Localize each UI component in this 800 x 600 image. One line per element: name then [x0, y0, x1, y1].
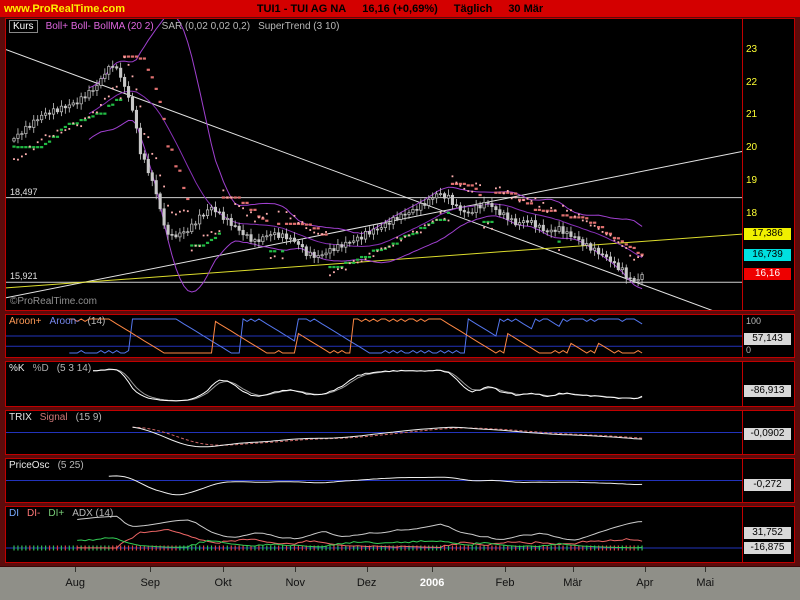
kurs-label[interactable]: Kurs	[9, 20, 38, 33]
time-axis[interactable]: Aug Sep Okt Nov Dez 2006 Feb Mär Apr Mai	[0, 566, 800, 600]
axis-label: 0	[746, 345, 751, 355]
month-label: Nov	[285, 577, 305, 589]
time-axis-tick	[573, 567, 574, 572]
indicator-label[interactable]: SuperTrend (3 10)	[258, 21, 339, 32]
adx-panel-labels: DI DI- DI+ ADX (14)	[9, 508, 113, 519]
indicator-label[interactable]: Signal	[40, 412, 68, 423]
brand-link[interactable]: www.ProRealTime.com	[4, 3, 125, 15]
aroon-panel-labels: Aroon+ Aroon- (14)	[9, 316, 105, 327]
indicator-label[interactable]: ADX (14)	[72, 508, 113, 519]
value-badge: -16,875	[744, 542, 791, 554]
price-axis-label: 23	[746, 44, 757, 55]
indicator-label[interactable]: Boll+ Boll- BollMA (20 2)	[46, 21, 154, 32]
month-label: Okt	[215, 577, 232, 589]
month-label: Aug	[65, 577, 85, 589]
time-axis-tick	[645, 567, 646, 572]
adx-axis[interactable]: 31,752 -16,875	[742, 507, 794, 562]
time-axis-tick	[705, 567, 706, 572]
price-panel-labels: Kurs Boll+ Boll- BollMA (20 2) SAR (0,02 …	[9, 20, 339, 33]
price-axis-label: 18	[746, 208, 757, 219]
month-label: Feb	[496, 577, 515, 589]
value-badge: 57,143	[744, 333, 791, 345]
price-axis[interactable]: 23 22 21 20 19 18 17,386 16,739 16,16	[742, 19, 794, 310]
price-badge: 17,386	[744, 228, 791, 240]
indicator-label[interactable]: (14)	[88, 316, 106, 327]
month-label: Mai	[696, 577, 714, 589]
value-badge: -86,913	[744, 385, 791, 397]
indicator-label[interactable]: PriceOsc	[9, 460, 50, 471]
timeframe-label[interactable]: Täglich	[454, 3, 493, 15]
indicator-label[interactable]: (15 9)	[76, 412, 102, 423]
year-label: 2006	[420, 577, 444, 589]
priceosc-axis[interactable]: -0,272	[742, 459, 794, 502]
time-axis-tick	[150, 567, 151, 572]
adx-canvas[interactable]	[6, 507, 742, 562]
indicator-label[interactable]: %K	[9, 363, 25, 374]
aroon-canvas[interactable]	[6, 315, 742, 357]
price-axis-label: 19	[746, 175, 757, 186]
price-level-label: 18,497	[8, 187, 40, 197]
time-axis-tick	[75, 567, 76, 572]
price-axis-label: 22	[746, 77, 757, 88]
stochastic-canvas[interactable]	[6, 362, 742, 406]
priceosc-panel-labels: PriceOsc (5 25)	[9, 460, 84, 471]
indicator-label[interactable]: DI	[9, 508, 19, 519]
indicator-label[interactable]: Aroon-	[50, 316, 80, 327]
stochastic-panel: -86,913 %K %D (5 3 14)	[5, 361, 795, 407]
axis-label: 100	[746, 316, 761, 326]
price-chart-canvas[interactable]	[6, 19, 742, 310]
month-label: Dez	[357, 577, 377, 589]
trix-panel-labels: TRIX Signal (15 9)	[9, 412, 102, 423]
value-badge: -0,272	[744, 479, 791, 491]
watermark: ©ProRealTime.com	[10, 296, 97, 307]
time-axis-tick	[223, 567, 224, 572]
price-badge: 16,739	[744, 249, 791, 261]
time-axis-tick	[505, 567, 506, 572]
month-label: Apr	[636, 577, 653, 589]
indicator-label[interactable]: %D	[33, 363, 49, 374]
trix-panel: -0,0902 TRIX Signal (15 9)	[5, 410, 795, 455]
aroon-panel: 100 057,143 Aroon+ Aroon- (14)	[5, 314, 795, 358]
symbol-label: TUI1 - TUI AG NA	[257, 3, 346, 15]
time-axis-tick	[295, 567, 296, 572]
month-label: Sep	[140, 577, 160, 589]
priceosc-panel: -0,272 PriceOsc (5 25)	[5, 458, 795, 503]
adx-panel: 31,752 -16,875 DI DI- DI+ ADX (14)	[5, 506, 795, 563]
indicator-label[interactable]: SAR (0,02 0,02 0,2)	[162, 21, 250, 32]
price-badge: 16,16	[744, 268, 791, 280]
indicator-label[interactable]: DI+	[48, 508, 64, 519]
aroon-axis[interactable]: 100 057,143	[742, 315, 794, 357]
titlebar: www.ProRealTime.com TUI1 - TUI AG NA 16,…	[0, 0, 800, 17]
value-badge: -0,0902	[744, 428, 791, 440]
price-level-label: 15,921	[8, 271, 40, 281]
stochastic-axis[interactable]: -86,913	[742, 362, 794, 406]
price-panel: 23 22 21 20 19 18 17,386 16,739 16,16 Kurs Boll+…	[5, 18, 795, 311]
trix-canvas[interactable]	[6, 411, 742, 454]
indicator-label[interactable]: Aroon+	[9, 316, 42, 327]
stochastic-panel-labels: %K %D (5 3 14)	[9, 363, 91, 374]
price-axis-label: 20	[746, 142, 757, 153]
indicator-label[interactable]: (5 25)	[58, 460, 84, 471]
price-axis-label: 21	[746, 109, 757, 120]
month-label: Mär	[563, 577, 582, 589]
trix-axis[interactable]: -0,0902	[742, 411, 794, 454]
indicator-label[interactable]: TRIX	[9, 412, 32, 423]
indicator-label[interactable]: DI-	[27, 508, 40, 519]
value-badge: 31,752	[744, 527, 791, 539]
chart-stack: 23 22 21 20 19 18 17,386 16,739 16,16 Kurs Boll+…	[0, 17, 800, 563]
last-price-label: 16,16 (+0,69%)	[362, 3, 438, 15]
indicator-label[interactable]: (5 3 14)	[57, 363, 91, 374]
priceosc-canvas[interactable]	[6, 459, 742, 502]
date-label: 30 Mär	[508, 3, 543, 15]
time-axis-tick	[432, 567, 433, 572]
time-axis-tick	[367, 567, 368, 572]
